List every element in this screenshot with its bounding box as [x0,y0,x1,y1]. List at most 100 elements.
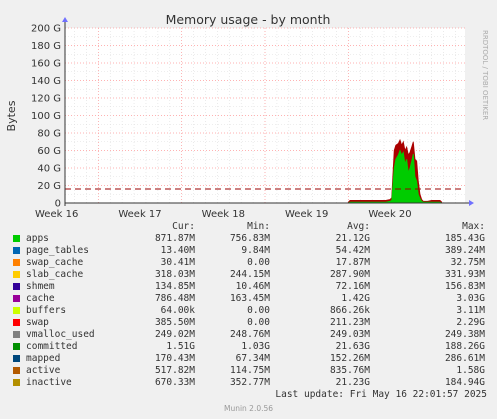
x-tick-label: Week 20 [368,209,411,220]
legend-body: apps 871.87M 756.83M 21.12G 185.43G page_tabl… [10,233,485,389]
legend-max-value: 2.29G [456,317,485,328]
legend-min-value: 244.15M [229,269,270,280]
legend-series-name: cache [26,293,55,304]
legend-cur-value: 517.82M [154,365,195,376]
legend-row: mapped 170.43M 67.34M 152.26M 286.61M [10,353,485,365]
legend-header-row: Cur: Min: Avg: Max: [10,221,485,233]
legend-cur-value: 786.48M [154,293,195,304]
legend-series-cell: swap_cache [10,257,120,269]
legend-min-value: 9.84M [241,245,270,256]
legend-min-value: 67.34M [235,353,270,364]
legend-cur-value: 30.41M [160,257,195,268]
y-axis-label: Bytes [5,100,18,131]
legend-row: slab_cache 318.03M 244.15M 287.90M 331.93M [10,269,485,281]
legend-row: page_tables 13.40M 9.84M 54.42M 389.24M [10,245,485,257]
legend-series-cell: committed [10,341,120,353]
legend-header-avg: Avg: [347,221,370,232]
legend-max-value: 156.83M [444,281,485,292]
y-tick-label: 60 G [37,146,61,157]
y-tick-label: 200 G [31,24,61,35]
legend-min-value: 0.00 [247,317,270,328]
y-tick-label: 80 G [37,129,61,140]
legend-avg-value: 54.42M [335,245,370,256]
y-tick-label: 180 G [31,41,61,52]
legend-series-cell: cache [10,293,120,305]
y-tick-label: 0 [55,199,61,210]
y-tick-label: 160 G [31,59,61,70]
legend-cur-value: 871.87M [154,233,195,244]
legend-swatch-icon [13,367,20,374]
legend-cur-value: 13.40M [160,245,195,256]
legend-table: Cur: Min: Avg: Max: apps 871.87M 756.83M 21… [10,221,485,389]
legend-min-value: 0.00 [247,257,270,268]
y-tick-label: 40 G [37,164,61,175]
legend-swatch-icon [13,319,20,326]
legend-avg-value: 72.16M [335,281,370,292]
legend-avg-value: 249.03M [329,329,370,340]
y-tick-label: 140 G [31,76,61,87]
legend-row: shmem 134.85M 10.46M 72.16M 156.83M [10,281,485,293]
y-tick-label: 100 G [31,111,61,122]
legend-cur-value: 134.85M [154,281,195,292]
legend-swatch-icon [13,379,20,386]
x-tick-label: Week 17 [118,209,161,220]
legend-max-value: 3.11M [456,305,485,316]
y-tick-label: 20 G [37,181,61,192]
legend-max-value: 32.75M [450,257,485,268]
legend-avg-value: 21.63G [335,341,370,352]
legend-min-value: 352.77M [229,377,270,388]
legend-max-value: 185.43G [444,233,485,244]
legend-series-cell: shmem [10,281,120,293]
legend-row: swap 385.50M 0.00 211.23M 2.29G [10,317,485,329]
chart-title: Memory usage - by month [166,12,331,27]
legend-avg-value: 211.23M [329,317,370,328]
legend-max-value: 249.38M [444,329,485,340]
legend-series-name: mapped [26,353,61,364]
legend-avg-value: 152.26M [329,353,370,364]
legend-max-value: 286.61M [444,353,485,364]
legend-max-value: 1.58G [456,365,485,376]
legend-series-cell: inactive [10,377,120,389]
legend-cur-value: 1.51G [166,341,195,352]
legend-swatch-icon [13,343,20,350]
legend-header-cur: Cur: [172,221,195,232]
legend-series-name: swap_cache [26,257,84,268]
legend-series-cell: swap [10,317,120,329]
legend-series-name: buffers [26,305,67,316]
legend-swatch-icon [13,355,20,362]
legend-series-cell: apps [10,233,120,245]
legend-row: buffers 64.00k 0.00 866.26k 3.11M [10,305,485,317]
legend-series-name: apps [26,233,49,244]
legend-swatch-icon [13,271,20,278]
legend-row: swap_cache 30.41M 0.00 17.87M 32.75M [10,257,485,269]
legend-min-value: 0.00 [247,305,270,316]
legend-row: vmalloc_used 249.02M 248.76M 249.03M 249.38M [10,329,485,341]
legend-header-max: Max: [462,221,485,232]
legend-row: cache 786.48M 163.45M 1.42G 3.03G [10,293,485,305]
legend-min-value: 248.76M [229,329,270,340]
legend-max-value: 389.24M [444,245,485,256]
legend-min-value: 114.75M [229,365,270,376]
legend-cur-value: 385.50M [154,317,195,328]
legend-series-name: swap [26,317,49,328]
legend-series-cell: slab_cache [10,269,120,281]
x-tick-label: Week 16 [35,209,78,220]
legend-avg-value: 835.76M [329,365,370,376]
legend-min-value: 1.03G [241,341,270,352]
legend-avg-value: 17.87M [335,257,370,268]
legend-max-value: 188.26G [444,341,485,352]
y-tick-label: 120 G [31,94,61,105]
legend-cur-value: 170.43M [154,353,195,364]
legend-row: apps 871.87M 756.83M 21.12G 185.43G [10,233,485,245]
x-axis-arrow-icon [469,200,474,206]
legend-avg-value: 1.42G [341,293,370,304]
legend-swatch-icon [13,235,20,242]
legend-series-name: committed [26,341,78,352]
legend-header-min: Min: [247,221,270,232]
x-tick-label: Week 18 [202,209,245,220]
legend-series-name: vmalloc_used [26,329,95,340]
legend-avg-value: 287.90M [329,269,370,280]
legend-series-name: page_tables [26,245,89,256]
legend-avg-value: 21.12G [335,233,370,244]
legend-series-name: shmem [26,281,55,292]
